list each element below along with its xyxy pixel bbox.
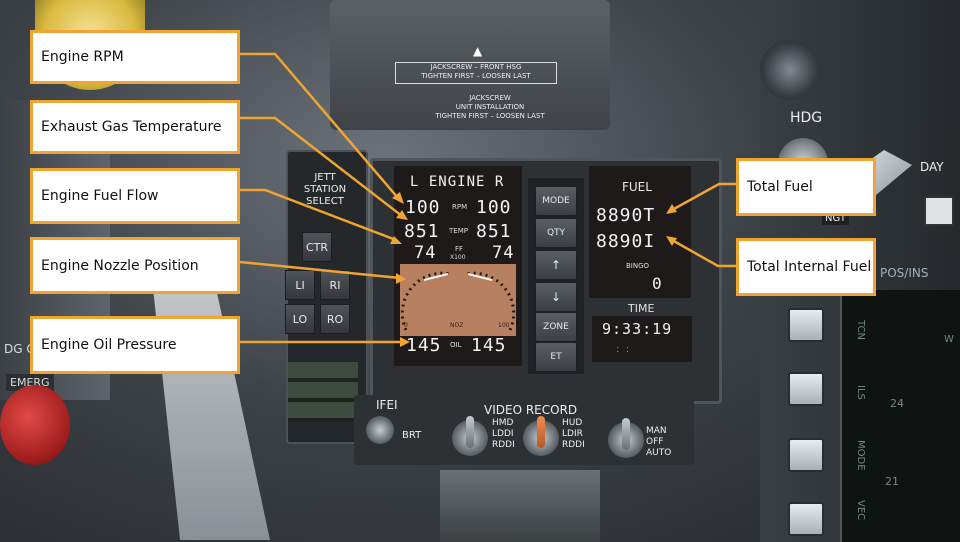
callout-total-fuel: Total Fuel — [736, 158, 876, 216]
callout-total-internal-fuel: Total Internal Fuel — [736, 238, 876, 296]
callout-exhaust-gas-temperature: Exhaust Gas Temperature — [30, 100, 240, 154]
leader-internal-fuel — [671, 238, 736, 268]
arrow-nozzle — [396, 273, 406, 284]
cockpit-screenshot: DG GEAR EMERG JACKSCREW – FRONT HSG TIGH… — [0, 0, 960, 542]
leader-egt — [240, 116, 403, 217]
leader-total-fuel — [671, 182, 736, 212]
leader-nozzle — [239, 260, 401, 280]
callout-engine-oil-pressure: Engine Oil Pressure — [30, 316, 240, 374]
callout-engine-rpm: Engine RPM — [30, 30, 240, 84]
callout-engine-fuel-flow: Engine Fuel Flow — [30, 168, 240, 224]
leader-ff — [240, 188, 397, 242]
leader-rpm — [240, 52, 399, 199]
callout-engine-nozzle-position: Engine Nozzle Position — [30, 237, 240, 294]
arrow-oil — [400, 337, 410, 347]
